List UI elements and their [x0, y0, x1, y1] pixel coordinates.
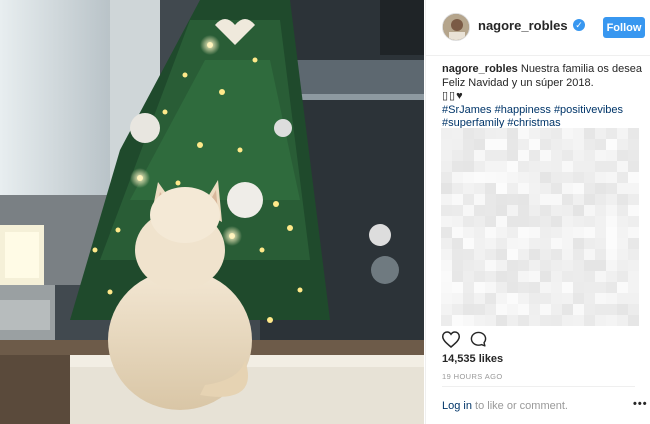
caption-line-1: Nuestra familia os desea: [520, 63, 642, 75]
pixelated-comments: [441, 128, 639, 326]
heart-outline-icon[interactable]: [442, 331, 460, 348]
login-link[interactable]: Log in: [442, 400, 472, 412]
divider: [442, 386, 635, 387]
header-username[interactable]: nagore_robles: [478, 18, 568, 33]
blurred-comments-area: [441, 128, 639, 326]
hashtag-link[interactable]: #happiness: [495, 104, 551, 116]
post-photo[interactable]: [0, 0, 424, 424]
caption-line-2: Feliz Navidad y un súper 2018.: [442, 76, 594, 89]
avatar[interactable]: [442, 13, 470, 41]
hashtag-link[interactable]: #positivevibes: [554, 104, 623, 116]
login-prompt-text: to like or comment.: [471, 400, 568, 412]
caption-username[interactable]: nagore_robles: [442, 63, 518, 75]
cat-christmas-tree-photo: [0, 0, 424, 424]
hashtag-link[interactable]: #SrJames: [442, 104, 492, 116]
like-count[interactable]: 14,535 likes: [442, 353, 503, 365]
hashtag-list: #SrJames #happiness #positivevibes #supe…: [442, 104, 623, 130]
avatar-image: [443, 14, 469, 40]
more-options-icon[interactable]: •••: [633, 398, 648, 410]
post-caption: nagore_robles Nuestra familia os desea F…: [442, 63, 642, 131]
caption-emoji: ▯▯♥: [442, 90, 464, 102]
post-sidebar: nagore_robles ✓ Follow nagore_robles Nue…: [425, 0, 650, 424]
verified-badge-icon: ✓: [573, 19, 585, 31]
follow-button[interactable]: Follow: [603, 17, 645, 38]
speech-bubble-icon[interactable]: [470, 331, 487, 348]
post-header: nagore_robles ✓ Follow: [426, 0, 650, 56]
login-prompt: Log in to like or comment.: [442, 400, 568, 412]
post-timestamp[interactable]: 19 HOURS AGO: [442, 372, 503, 381]
